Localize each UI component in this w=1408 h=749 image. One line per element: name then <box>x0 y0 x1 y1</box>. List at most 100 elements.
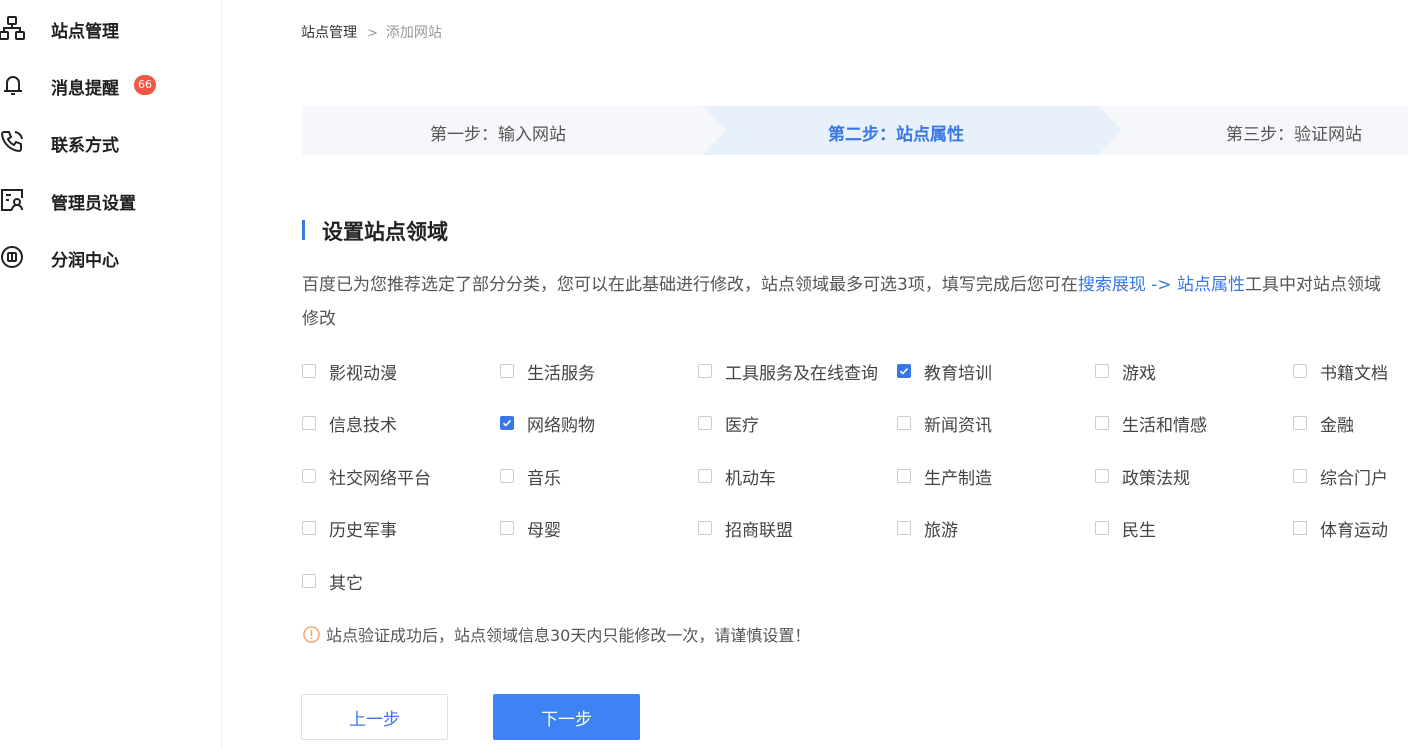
category-label: 音乐 <box>527 468 561 489</box>
checkbox[interactable] <box>302 521 316 535</box>
category-label: 网络购物 <box>527 415 595 436</box>
checkbox[interactable] <box>302 364 316 378</box>
category-label: 综合门户 <box>1320 468 1388 489</box>
category-option[interactable]: 医疗 <box>698 411 759 436</box>
checkbox-checked[interactable] <box>897 364 911 378</box>
category-label: 母婴 <box>527 520 561 541</box>
category-option[interactable]: 旅游 <box>897 516 958 541</box>
category-label: 政策法规 <box>1122 468 1190 489</box>
category-option[interactable]: 母婴 <box>500 516 561 541</box>
category-option[interactable]: 社交网络平台 <box>302 464 431 489</box>
breadcrumb-separator: > <box>367 26 378 41</box>
category-label: 教育培训 <box>924 363 992 384</box>
step-2-active: 第二步：站点属性 <box>828 125 964 145</box>
checkbox-checked[interactable] <box>500 416 514 430</box>
sidebar-item-label: 管理员设置 <box>51 194 136 214</box>
checkbox[interactable] <box>500 469 514 483</box>
category-label: 机动车 <box>725 468 776 489</box>
category-label: 信息技术 <box>329 415 397 436</box>
checkbox[interactable] <box>1293 364 1307 378</box>
category-label: 民生 <box>1122 520 1156 541</box>
category-option[interactable]: 新闻资讯 <box>897 411 992 436</box>
category-label: 旅游 <box>924 520 958 541</box>
checkbox[interactable] <box>302 416 316 430</box>
checkbox[interactable] <box>1095 416 1109 430</box>
description-text-suffix: 工具中对站点领域 <box>1245 275 1382 295</box>
bell-icon <box>0 71 28 99</box>
notification-count-badge: 66 <box>134 75 156 95</box>
category-option[interactable]: 政策法规 <box>1095 464 1190 489</box>
checkbox[interactable] <box>1095 364 1109 378</box>
checkbox[interactable] <box>1293 416 1307 430</box>
revenue-icon <box>0 243 28 271</box>
category-option[interactable]: 生产制造 <box>897 464 992 489</box>
category-label: 书籍文档 <box>1320 363 1388 384</box>
category-option[interactable]: 信息技术 <box>302 411 397 436</box>
category-label: 游戏 <box>1122 363 1156 384</box>
sidebar: 站点管理 消息提醒 66 联系方式 管理员设置 分润中心 <box>0 0 222 749</box>
category-label: 影视动漫 <box>329 363 397 384</box>
checkbox[interactable] <box>302 574 316 588</box>
category-option[interactable]: 体育运动 <box>1293 516 1388 541</box>
description-text-line2: 修改 <box>302 309 336 329</box>
checkbox[interactable] <box>1293 521 1307 535</box>
checkbox[interactable] <box>698 416 712 430</box>
step-1: 第一步：输入网站 <box>430 125 566 145</box>
category-option[interactable]: 生活服务 <box>500 359 595 384</box>
sidebar-item-label: 联系方式 <box>51 136 119 156</box>
category-option[interactable]: 教育培训 <box>897 359 992 384</box>
category-option[interactable]: 生活和情感 <box>1095 411 1207 436</box>
category-label: 其它 <box>329 573 363 594</box>
category-label: 新闻资讯 <box>924 415 992 436</box>
breadcrumb-current: 添加网站 <box>385 25 442 41</box>
section-description: 百度已为您推荐选定了部分分类，您可以在此基础进行修改，站点领域最多可选3项，填写… <box>302 268 1408 336</box>
category-option[interactable]: 民生 <box>1095 516 1156 541</box>
category-option[interactable]: 游戏 <box>1095 359 1156 384</box>
notice-text: 站点验证成功后，站点领域信息30天内只能修改一次，请谨慎设置！ <box>326 626 811 645</box>
previous-step-button[interactable]: 上一步 <box>301 694 448 740</box>
category-label: 生产制造 <box>924 468 992 489</box>
breadcrumb: 站点管理 > 添加网站 <box>301 22 442 42</box>
category-label: 金融 <box>1320 415 1354 436</box>
category-option[interactable]: 音乐 <box>500 464 561 489</box>
phone-icon <box>0 128 28 156</box>
checkbox[interactable] <box>897 469 911 483</box>
checkbox[interactable] <box>302 469 316 483</box>
section-accent-bar <box>302 220 305 240</box>
category-label: 历史军事 <box>329 520 397 541</box>
sitemap-icon <box>0 14 28 42</box>
category-option[interactable]: 历史军事 <box>302 516 397 541</box>
check-icon <box>899 368 909 375</box>
modification-notice: 站点验证成功后，站点领域信息30天内只能修改一次，请谨慎设置！ <box>303 622 810 646</box>
checkbox[interactable] <box>500 521 514 535</box>
next-step-button[interactable]: 下一步 <box>493 694 640 740</box>
category-option[interactable]: 工具服务及在线查询 <box>698 359 878 384</box>
category-option[interactable]: 网络购物 <box>500 411 595 436</box>
warning-icon <box>303 625 320 643</box>
checkbox[interactable] <box>897 521 911 535</box>
category-option[interactable]: 招商联盟 <box>698 516 793 541</box>
category-option[interactable]: 影视动漫 <box>302 359 397 384</box>
category-label: 社交网络平台 <box>329 468 431 489</box>
category-option[interactable]: 其它 <box>302 569 363 594</box>
category-option[interactable]: 书籍文档 <box>1293 359 1388 384</box>
checkbox[interactable] <box>897 416 911 430</box>
checkbox[interactable] <box>500 364 514 378</box>
checkbox[interactable] <box>698 521 712 535</box>
sidebar-item-label: 站点管理 <box>51 22 119 42</box>
category-option[interactable]: 金融 <box>1293 411 1354 436</box>
category-label: 生活和情感 <box>1122 415 1207 436</box>
category-label: 工具服务及在线查询 <box>725 363 878 384</box>
site-attribute-tool-link[interactable]: 搜索展现 -> 站点属性 <box>1078 275 1245 295</box>
checkbox[interactable] <box>1293 469 1307 483</box>
checkbox[interactable] <box>1095 521 1109 535</box>
breadcrumb-home-link[interactable]: 站点管理 <box>301 25 357 41</box>
category-option[interactable]: 综合门户 <box>1293 464 1388 489</box>
category-label: 招商联盟 <box>725 520 793 541</box>
checkbox[interactable] <box>1095 469 1109 483</box>
section-title: 设置站点领域 <box>322 220 448 244</box>
checkbox[interactable] <box>698 364 712 378</box>
checkbox[interactable] <box>698 469 712 483</box>
category-option[interactable]: 机动车 <box>698 464 776 489</box>
category-label: 医疗 <box>725 415 759 436</box>
